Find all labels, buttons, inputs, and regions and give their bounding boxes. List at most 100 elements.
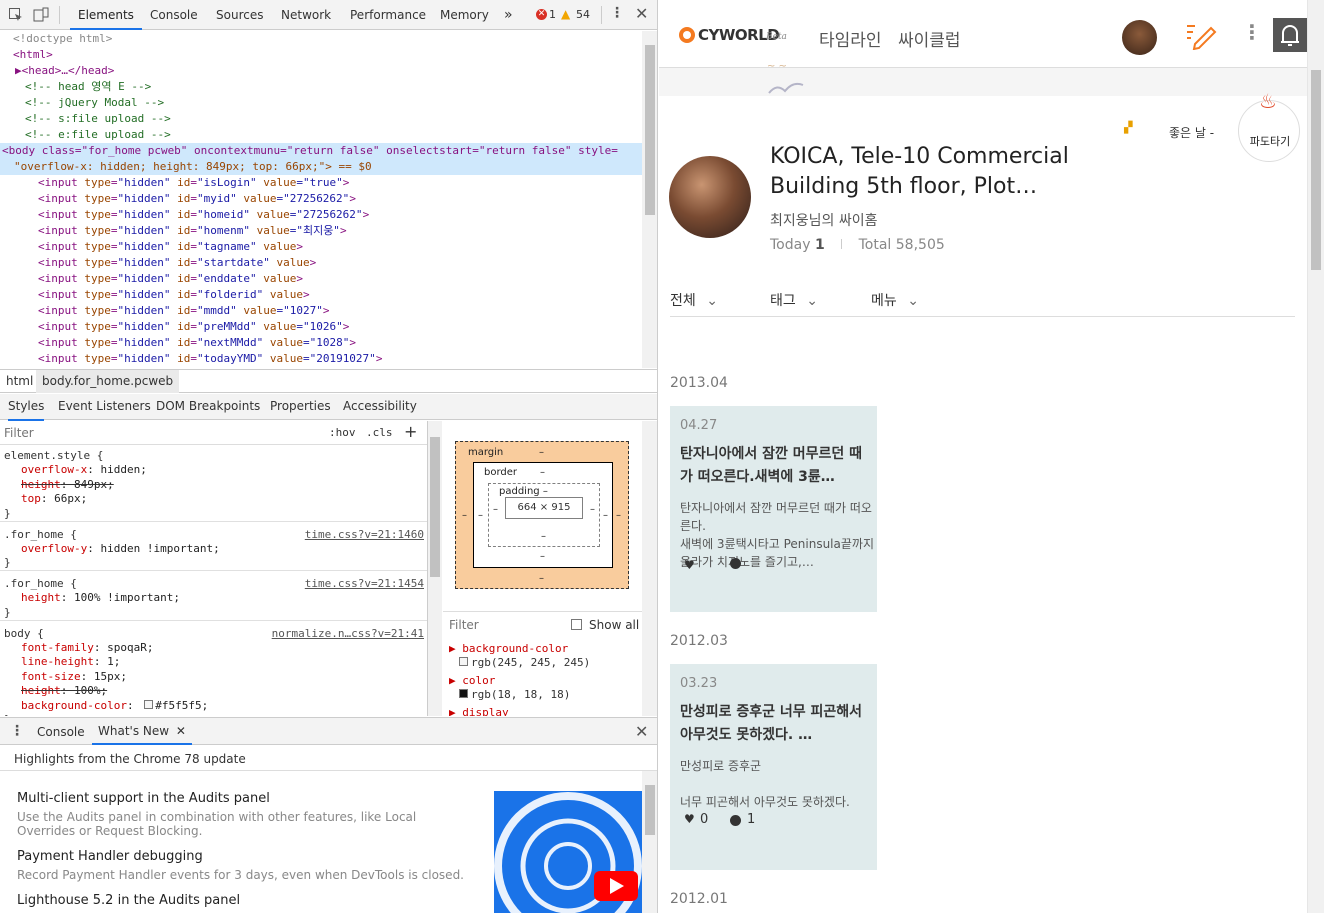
input-node[interactable]: <input type="hidden" id="tagname" value> (38, 239, 303, 255)
warning-count[interactable]: 54 (576, 8, 590, 21)
whats-new-item-title[interactable]: Payment Handler debugging (17, 849, 203, 864)
filter-all[interactable]: 전체 ⌄ (670, 290, 718, 310)
box-model-padding[interactable]: padding – – – – 664 × 915 (488, 483, 600, 547)
css-selector[interactable]: .for_home { (4, 528, 77, 543)
box-model-scrollbar[interactable] (642, 421, 657, 716)
css-rule[interactable]: .for_home { time.css?v=21:1460 overflow-y:… (0, 525, 427, 571)
cls-button[interactable]: .cls (366, 426, 393, 439)
filter-tag[interactable]: 태그 ⌄ (770, 290, 818, 310)
breadcrumb-html[interactable]: html (0, 370, 39, 393)
page-scrollbar[interactable] (1307, 0, 1324, 913)
subtab-event-listeners[interactable]: Event Listeners (58, 394, 151, 419)
computed-property[interactable]: ▶ display (449, 706, 509, 716)
breadcrumb-body[interactable]: body.for_home.pcweb (36, 370, 180, 393)
new-rule-button[interactable]: + (404, 422, 417, 441)
tab-performance[interactable]: Performance (350, 0, 426, 30)
elements-scrollbar[interactable] (642, 31, 657, 368)
input-node[interactable]: <input type="hidden" id="folderid" value… (38, 287, 310, 303)
box-model-border[interactable]: border – – – – padding – – – – 664 × 915 (473, 462, 613, 568)
css-property[interactable]: top: 66px; (21, 492, 87, 507)
wave-surf-badge[interactable]: ♨ 파도타기 (1238, 89, 1300, 162)
comment-node[interactable]: <!-- jQuery Modal --> (25, 95, 164, 111)
error-count[interactable]: 1 (549, 8, 556, 21)
drawer-menu-icon[interactable]: ⋮ (10, 723, 24, 739)
input-node[interactable]: <input type="hidden" id="preMMdd" value=… (38, 319, 349, 335)
css-rule[interactable]: body {normalize.n…css?v=21:41 font-family… (0, 624, 427, 717)
css-property[interactable]: overflow-y: hidden !important; (21, 542, 220, 557)
comment-node[interactable]: <!-- e:file upload --> (25, 127, 171, 143)
input-node[interactable]: <input type="hidden" id="homenm" value="… (38, 223, 347, 239)
tab-network[interactable]: Network (281, 0, 331, 30)
filter-menu[interactable]: 메뉴 ⌄ (871, 290, 919, 310)
tab-elements[interactable]: Elements (70, 0, 142, 30)
like-icon[interactable]: ♥ (684, 812, 695, 826)
css-rule[interactable]: element.style {overflow-x: hidden; height… (0, 446, 427, 522)
more-options-icon[interactable]: ⋮ (610, 5, 624, 21)
css-property[interactable]: overflow-x: hidden; (21, 463, 147, 478)
styles-filter-input[interactable] (4, 423, 314, 443)
head-node[interactable]: ▶<head>…</head> (15, 63, 114, 79)
input-node[interactable]: <input type="hidden" id="startdate" valu… (38, 255, 316, 271)
scroll-thumb[interactable] (1311, 70, 1321, 270)
nav-cyclub[interactable]: 싸이클럽 (898, 26, 961, 51)
css-source-link[interactable]: normalize.n…css?v=21:41 (272, 627, 424, 640)
css-selector[interactable]: .for_home { (4, 577, 77, 592)
show-all-checkbox[interactable] (571, 619, 582, 630)
input-node[interactable]: <input type="hidden" id="homeid" value="… (38, 207, 369, 223)
inspect-element-icon[interactable] (8, 7, 24, 23)
styles-scrollbar[interactable] (428, 421, 442, 716)
whats-new-item-title[interactable]: Lighthouse 5.2 in the Audits panel (17, 893, 240, 908)
css-selector[interactable]: body { (4, 627, 44, 642)
like-icon[interactable]: ♥ (684, 558, 695, 572)
scroll-thumb[interactable] (645, 45, 655, 215)
close-tab-icon[interactable]: ✕ (176, 724, 186, 738)
doctype-node[interactable]: <!doctype html> (13, 31, 112, 47)
whats-new-item-title[interactable]: Multi-client support in the Audits panel (17, 791, 270, 806)
css-property[interactable]: height: 100%; (21, 684, 107, 699)
drawer-tab-whats-new[interactable]: What's New ✕ (92, 718, 192, 745)
user-avatar[interactable] (1122, 20, 1157, 55)
tab-sources[interactable]: Sources (216, 0, 263, 30)
tab-memory[interactable]: Memory (440, 0, 489, 30)
profile-photo[interactable] (669, 156, 751, 238)
css-source-link[interactable]: time.css?v=21:1460 (305, 528, 424, 541)
device-toolbar-icon[interactable] (33, 7, 49, 23)
more-tabs-button[interactable]: » (504, 0, 513, 30)
computed-filter-input[interactable] (449, 616, 559, 634)
css-property[interactable]: font-size: 15px; (21, 670, 127, 685)
more-menu-icon[interactable]: ⋮ (1242, 20, 1262, 44)
hov-button[interactable]: :hov (329, 426, 356, 439)
box-model-margin[interactable]: margin – – – – border – – – – padding – … (455, 441, 629, 589)
box-model-content[interactable]: 664 × 915 (505, 497, 583, 519)
input-node[interactable]: <input type="hidden" id="nextMMdd" value… (38, 335, 356, 351)
input-node[interactable]: <input type="hidden" id="todayYMD" value… (38, 351, 382, 367)
whats-new-video-thumbnail[interactable] (494, 791, 642, 913)
comment-node[interactable]: <!-- head 영역 E --> (25, 79, 151, 95)
comment-icon[interactable] (730, 815, 741, 826)
css-rule[interactable]: .for_home { time.css?v=21:1454 height: 100… (0, 574, 427, 621)
input-node[interactable]: <input type="hidden" id="enddate" value> (38, 271, 303, 287)
subtab-properties[interactable]: Properties (270, 394, 331, 419)
subtab-accessibility[interactable]: Accessibility (343, 394, 417, 419)
post-card[interactable]: 03.23 만성피로 증후군 너무 피곤해서 아무것도 못하겠다. … 만성피로… (670, 664, 877, 870)
scroll-thumb[interactable] (430, 437, 440, 577)
close-devtools-icon[interactable]: ✕ (635, 4, 648, 23)
css-selector[interactable]: element.style { (4, 449, 103, 464)
css-source-link[interactable]: time.css?v=21:1454 (305, 577, 424, 590)
computed-property[interactable]: ▶ background-color (449, 642, 568, 655)
css-property[interactable]: height: 100% !important; (21, 591, 180, 606)
input-node[interactable]: <input type="hidden" id="myid" value="27… (38, 191, 356, 207)
css-property[interactable]: line-height: 1; (21, 655, 120, 670)
tab-console[interactable]: Console (150, 0, 198, 30)
input-node[interactable]: <input type="hidden" id="isLogin" value=… (38, 175, 349, 191)
notification-bell-icon[interactable] (1273, 18, 1307, 52)
cyworld-logo-icon[interactable] (679, 27, 695, 43)
computed-property[interactable]: ▶ color (449, 674, 495, 687)
close-drawer-icon[interactable]: ✕ (635, 722, 648, 741)
error-icon[interactable]: ✕ (536, 9, 547, 20)
subtab-styles[interactable]: Styles (8, 394, 45, 421)
nav-timeline[interactable]: 타임라인 (819, 26, 882, 51)
css-property[interactable]: height: 849px; (21, 478, 114, 493)
comment-node[interactable]: <!-- s:file upload --> (25, 111, 171, 127)
post-card[interactable]: 04.27 탄자니아에서 잠깐 머무르던 때가 떠오른다.새벽에 3륜… 탄자니… (670, 406, 877, 612)
